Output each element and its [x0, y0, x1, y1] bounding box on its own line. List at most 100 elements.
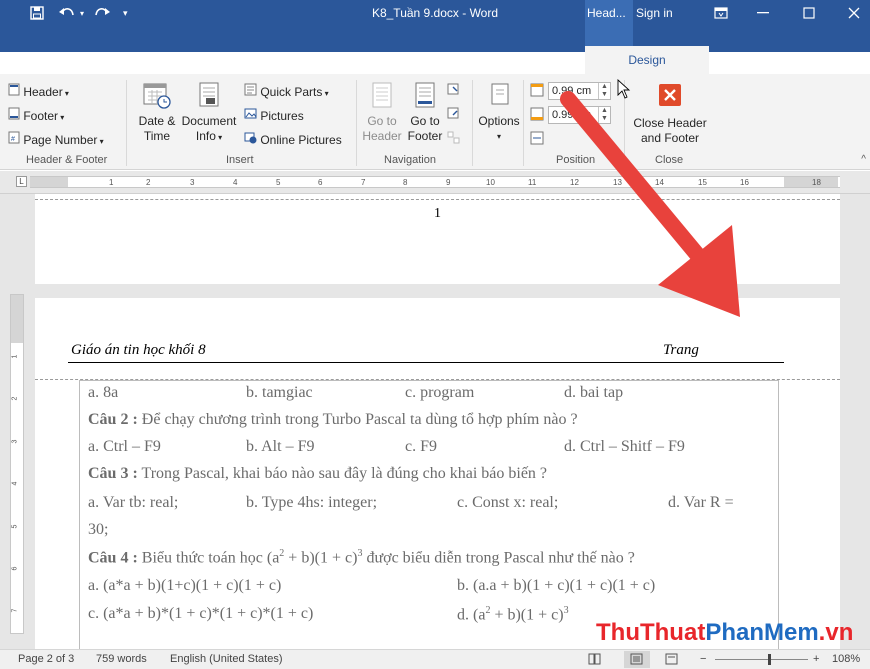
- q2-option-c: c. F9: [405, 438, 437, 455]
- tab-header-footer-design[interactable]: Design: [585, 46, 709, 75]
- question-4-text-3: được biểu diễn trong Pascal như thế nào …: [362, 549, 635, 567]
- tab-mailings[interactable]: Mailings: [409, 46, 453, 74]
- footer-position-spinner[interactable]: ▲ ▼: [598, 107, 610, 123]
- tab-file[interactable]: File: [30, 46, 49, 74]
- previous-section-icon[interactable]: [447, 83, 461, 101]
- vertical-ruler-number: 3: [11, 439, 19, 444]
- footer-position-icon: [530, 107, 544, 125]
- go-to-footer-button[interactable]: Go to Footer: [404, 80, 446, 144]
- options-dropdown-icon: ▾: [496, 132, 501, 141]
- close-window-icon[interactable]: [833, 0, 870, 26]
- next-section-icon[interactable]: [447, 107, 461, 125]
- share-button[interactable]: Share: [805, 46, 853, 74]
- share-label: Share: [821, 53, 854, 67]
- footer-button[interactable]: Footer ▾: [8, 107, 64, 125]
- zoom-in-button[interactable]: +: [813, 650, 819, 669]
- q2-option-b: b. Alt – F9: [246, 438, 315, 455]
- question-4: Câu 4 : Biểu thức toán học (a2 + b)(1 + …: [88, 548, 635, 567]
- ruler-number: 12: [570, 178, 579, 187]
- go-to-header-button[interactable]: Go to Header: [361, 80, 403, 144]
- zoom-level[interactable]: 108%: [832, 650, 860, 669]
- q2-option-d: d. Ctrl – Shitf – F9: [564, 438, 685, 455]
- pictures-button[interactable]: Pictures: [244, 107, 304, 124]
- zoom-out-button[interactable]: −: [700, 650, 706, 669]
- ruler-number: 1: [109, 178, 114, 187]
- collapse-ribbon-icon[interactable]: ^: [861, 154, 866, 165]
- page-1-footer-area[interactable]: 1: [35, 194, 840, 284]
- page-number-text[interactable]: 1: [35, 206, 840, 222]
- q1-option-b: b. tamgiac: [246, 384, 313, 401]
- tell-me-box[interactable]: Tell me: [723, 46, 775, 74]
- pictures-icon: [244, 108, 257, 123]
- header-position-value: 0.99 cm: [552, 85, 592, 97]
- language-status[interactable]: English (United States): [170, 650, 283, 669]
- question-3: Câu 3 : Trong Pascal, khai báo nào sau đ…: [88, 465, 547, 483]
- zoom-slider[interactable]: [715, 659, 808, 660]
- ruler-number: 16: [740, 178, 749, 187]
- ribbon-display-options-icon[interactable]: [700, 0, 742, 26]
- header-right-text[interactable]: Trang: [663, 342, 699, 359]
- customize-qat-icon[interactable]: ▾: [123, 0, 128, 26]
- page-number-button[interactable]: # Page Number ▾: [8, 131, 104, 149]
- group-label-insert: Insert: [226, 154, 254, 166]
- ruler-number: 13: [613, 178, 622, 187]
- tab-selector-icon[interactable]: L: [16, 176, 27, 187]
- read-mode-icon[interactable]: [588, 653, 602, 669]
- save-icon[interactable]: [30, 0, 44, 26]
- go-to-footer-label-1: Go to: [410, 114, 440, 128]
- header-position-input[interactable]: 0.99 cm ▲ ▼: [548, 82, 611, 100]
- group-separator: [523, 80, 524, 166]
- maximize-icon[interactable]: [788, 0, 830, 26]
- tab-layout[interactable]: Layout: [262, 46, 298, 74]
- tab-references[interactable]: References: [326, 46, 387, 74]
- sign-in-link[interactable]: Sign in: [636, 0, 673, 26]
- tab-view[interactable]: View: [542, 46, 568, 74]
- header-underline: [68, 362, 784, 363]
- group-separator: [472, 80, 473, 166]
- word-count[interactable]: 759 words: [96, 650, 147, 669]
- footer-position-input[interactable]: 0.99 cm ▲ ▼: [548, 106, 611, 124]
- undo-icon[interactable]: [58, 0, 76, 26]
- redo-icon[interactable]: [93, 0, 111, 26]
- vertical-ruler-number: 1: [11, 354, 19, 359]
- date-time-button[interactable]: Date & Time: [133, 80, 181, 144]
- insert-alignment-tab-icon[interactable]: [530, 131, 544, 149]
- vertical-scrollbar[interactable]: [853, 194, 870, 649]
- online-pictures-label: Online Pictures: [260, 133, 342, 147]
- tab-insert[interactable]: Insert: [144, 46, 174, 74]
- question-4-text-2: + b)(1 + c): [284, 549, 358, 567]
- print-layout-icon[interactable]: [624, 651, 650, 668]
- tab-home[interactable]: Home: [84, 46, 116, 74]
- document-info-button[interactable]: Document Info ▾: [180, 80, 238, 145]
- link-to-previous-icon[interactable]: [447, 131, 461, 149]
- online-pictures-button[interactable]: Online Pictures: [244, 131, 342, 148]
- zoom-slider-thumb[interactable]: [767, 654, 771, 665]
- group-label-navigation: Navigation: [384, 154, 436, 166]
- header-button[interactable]: Header ▾: [8, 83, 69, 101]
- minimize-icon[interactable]: [742, 0, 784, 26]
- header-position-icon: [530, 83, 544, 101]
- person-icon: [805, 53, 821, 67]
- question-2-label: Câu 2 :: [88, 411, 138, 428]
- page-2[interactable]: Giáo án tin học khối 8 Trang a. 8a b. ta…: [35, 298, 840, 649]
- tab-review[interactable]: Review: [480, 46, 519, 74]
- tab-design[interactable]: Design: [201, 46, 238, 74]
- web-layout-icon[interactable]: [665, 653, 679, 669]
- ruler-right-margin: [784, 177, 838, 187]
- q4-option-d-1: d. (a: [457, 606, 486, 624]
- ruler-number: 9: [446, 178, 451, 187]
- page-count[interactable]: Page 2 of 3: [18, 650, 74, 669]
- undo-dropdown-icon[interactable]: ▾: [80, 0, 84, 26]
- q1-option-d: d. bai tap: [564, 384, 624, 401]
- vertical-ruler-number: 5: [11, 524, 19, 529]
- quick-parts-button[interactable]: Quick Parts ▾: [244, 83, 329, 101]
- close-header-footer-button[interactable]: Close Header and Footer: [628, 82, 712, 146]
- ruler-track[interactable]: 1 2 3 4 5 6 7 8 9 10 11 12 13 14 15 16 1…: [30, 176, 840, 188]
- header-left-text[interactable]: Giáo án tin học khối 8: [71, 342, 206, 359]
- options-button[interactable]: Options ▾: [476, 80, 522, 144]
- quick-parts-icon: [244, 83, 257, 99]
- group-label-header-footer: Header & Footer: [26, 154, 108, 166]
- header-position-spinner[interactable]: ▲ ▼: [598, 83, 610, 99]
- document-canvas[interactable]: 1 2 3 4 5 6 7 1 Giáo án tin học khối 8 T…: [0, 194, 870, 649]
- question-3-label: Câu 3 :: [88, 465, 138, 482]
